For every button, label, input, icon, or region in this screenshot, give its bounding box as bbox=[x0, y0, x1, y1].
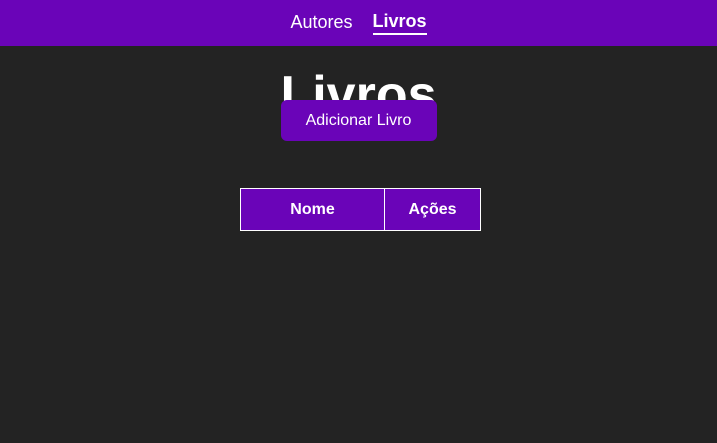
table-header-row: Nome Ações bbox=[240, 188, 481, 231]
books-table: Nome Ações bbox=[240, 188, 481, 231]
add-book-button[interactable]: Adicionar Livro bbox=[280, 100, 437, 141]
nav-link-autores[interactable]: Autores bbox=[290, 12, 352, 33]
column-header-nome: Nome bbox=[240, 188, 385, 231]
table-header: Nome Ações bbox=[240, 188, 481, 231]
top-nav: Autores Livros bbox=[0, 0, 717, 46]
books-table-container: Nome Ações bbox=[240, 188, 481, 231]
nav-link-livros[interactable]: Livros bbox=[372, 11, 427, 35]
main-content: Livros Adicionar Livro bbox=[0, 46, 717, 183]
column-header-acoes: Ações bbox=[384, 188, 481, 231]
